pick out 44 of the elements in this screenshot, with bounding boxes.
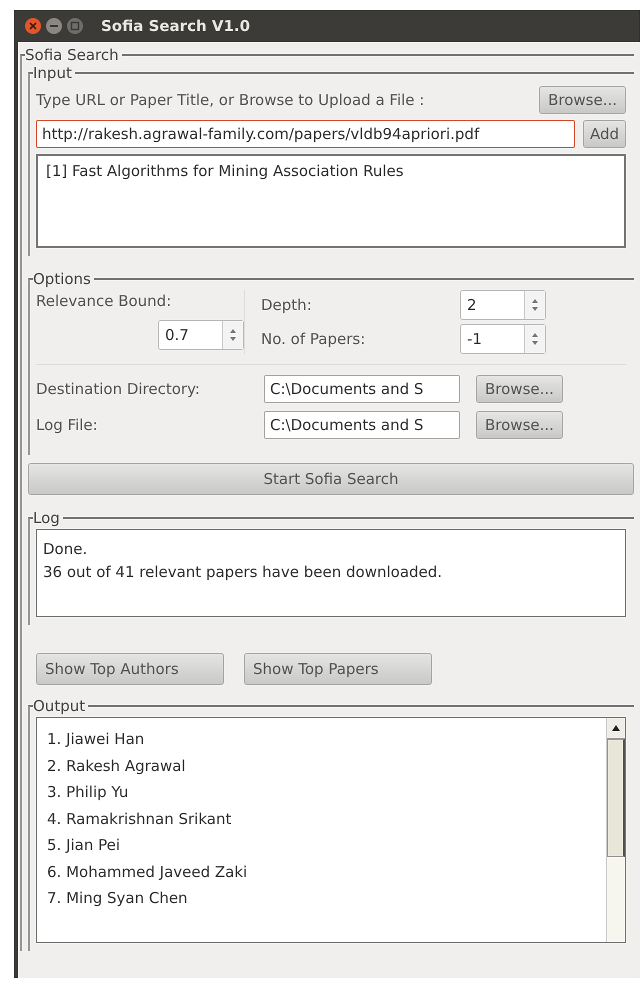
add-button[interactable]: Add (582, 120, 626, 148)
show-top-button[interactable]: Show Top Authors (36, 653, 224, 685)
scroll-up-icon[interactable] (612, 725, 620, 731)
window-title: Sofia Search V1.0 (101, 17, 250, 35)
destination-label: Destination Directory: (36, 380, 201, 398)
output-item: 2. Rakesh Agrawal (47, 756, 187, 776)
url-field[interactable]: http://rakesh.agrawal-family.com/papers/vldb94apriori.pdf (36, 120, 575, 148)
papers-count-spinner[interactable]: -1 (460, 324, 546, 354)
papers-count-label: No. of Papers: (261, 330, 366, 348)
output-item: 5. Jian Pei (47, 835, 122, 856)
output-item: 1. Jiawei Han (47, 729, 146, 750)
minimize-icon[interactable] (45, 17, 63, 35)
output-item: 4. Ramakrishnan Srikant (47, 808, 232, 830)
log-line: 36 out of 41 relevant papers have been downloaded. (43, 562, 444, 582)
browse-button[interactable]: Browse... (476, 375, 563, 403)
output-item: 7. Ming Syan Chen (47, 888, 189, 909)
input-prompt: Type URL or Paper Title, or Browse to Upload a File : (36, 91, 426, 109)
output-item: 6. Mohammed Javeed Zaki (47, 862, 248, 882)
group-label: Sofia Search (25, 46, 120, 64)
depth-label: Depth: (261, 296, 312, 314)
relevance-label: Relevance Bound: (36, 292, 172, 310)
spinner-arrows-icon[interactable] (531, 297, 539, 313)
scroll-thumb[interactable] (607, 739, 625, 857)
group-label: Log (33, 509, 61, 527)
group-label: Options (33, 270, 92, 288)
start-search-button[interactable]: Start Sofia Search (28, 463, 634, 495)
browse-button[interactable]: Browse... (476, 411, 563, 439)
log-line: Done. (43, 539, 88, 560)
close-icon[interactable] (24, 17, 42, 35)
scrollbar[interactable] (606, 718, 625, 942)
depth-spinner[interactable]: 2 (460, 290, 546, 320)
relevance-spinner[interactable]: 0.7 (158, 320, 244, 350)
browse-button[interactable]: Browse... (539, 86, 626, 114)
destination-field[interactable]: C:\Documents and S (264, 375, 460, 403)
log-file-field[interactable]: C:\Documents and S (264, 411, 460, 439)
show-top-button[interactable]: Show Top Papers (244, 653, 432, 685)
log-file-label: Log File: (36, 416, 99, 434)
output-item: 3. Philip Yu (47, 782, 130, 803)
group-label: Output (33, 697, 86, 715)
paper-item[interactable]: [1] Fast Algorithms for Mining Association Rules (46, 162, 616, 180)
maximize-icon[interactable] (66, 17, 84, 35)
group-label: Input (33, 64, 73, 82)
spinner-arrows-icon[interactable] (229, 327, 237, 343)
spinner-arrows-icon[interactable] (531, 331, 539, 347)
